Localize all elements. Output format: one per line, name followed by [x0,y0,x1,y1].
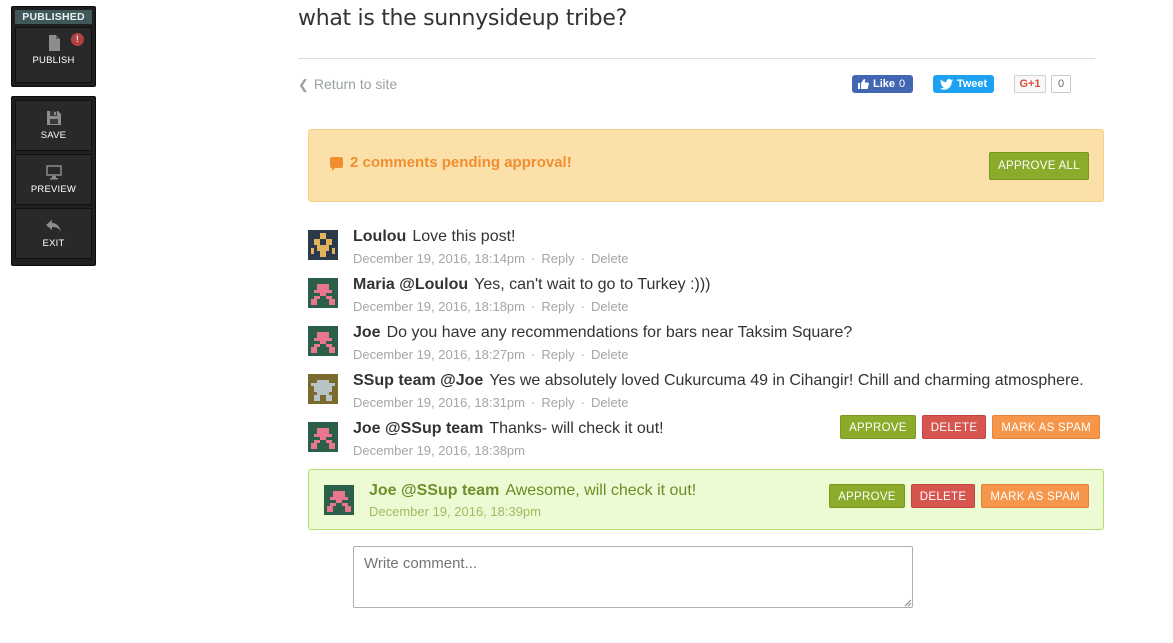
google-plus-count: 0 [1051,75,1071,93]
comment-bubble-icon [330,157,343,171]
delete-link[interactable]: Delete [591,299,629,314]
pending-comment-item-highlighted: Joe @SSup team Awesome, will check it out… [308,469,1104,530]
comment-meta: December 19, 2016, 18:38pm [353,443,525,458]
comment-body: Love this post! [412,228,516,245]
comment-body: Do you have any recommendations for bars… [386,324,853,341]
publish-button[interactable]: PUBLISH ! [15,27,92,83]
comment-author: Joe [353,324,381,341]
comment-item: SSup team @Joe Yes we absolutely loved Cu… [308,372,1104,420]
delete-link[interactable]: Delete [591,347,629,362]
exit-button[interactable]: EXIT [15,208,92,259]
editor-panel: SAVE PREVIEW EXIT [11,96,96,266]
comment-item: Joe Do you have any recommendations for b… [308,324,1104,372]
delete-button[interactable]: DELETE [910,484,976,508]
tweet-button[interactable]: Tweet [933,75,994,93]
twitter-bird-icon [939,78,953,90]
moderation-actions: APPROVE DELETE MARK AS SPAM [829,484,1089,508]
comment-body: Thanks- will check it out! [489,420,664,437]
exit-label: EXIT [42,238,65,249]
avatar [308,326,338,356]
comment-author: SSup team @Joe [353,372,484,389]
comment-timestamp: December 19, 2016, 18:14pm [353,251,525,266]
thumbs-up-icon [858,79,869,89]
avatar [308,278,338,308]
like-label: Like [873,78,896,90]
pending-comment-item: Joe @SSup team Thanks- will check it out!… [308,415,1104,468]
chevron-left-icon: ❮ [298,77,309,92]
comment-meta: December 19, 2016, 18:39pm [369,504,541,519]
alert-icon: ! [71,33,84,46]
pending-approval-banner: 2 comments pending approval! APPROVE ALL [308,129,1104,202]
comment-body: Awesome, will check it out! [505,482,697,499]
delete-button[interactable]: DELETE [921,415,987,439]
approve-button[interactable]: APPROVE [840,415,916,439]
google-plus-button[interactable]: G+1 [1014,75,1046,93]
reply-link[interactable]: Reply [541,395,574,410]
comment-author: Maria @Loulou [353,276,469,293]
return-to-site-label: Return to site [313,76,398,92]
comment-line: Joe @SSup team Thanks- will check it out! [353,420,664,438]
comment-author: Loulou [353,228,407,245]
comment-item: Loulou Love this post! December 19, 2016,… [308,228,1104,276]
save-button[interactable]: SAVE [15,100,92,151]
post-title: what is the sunnysideup tribe? [298,6,627,31]
comment-line: Joe @SSup team Awesome, will check it out… [369,482,696,500]
comment-meta: December 19, 2016, 18:27pm · Reply · Delete [353,347,629,362]
publish-panel: PUBLISHED PUBLISH ! [11,6,96,87]
comment-item: Maria @Loulou Yes, can't wait to go to Tu… [308,276,1104,324]
comment-timestamp: December 19, 2016, 18:27pm [353,347,525,362]
reply-link[interactable]: Reply [541,347,574,362]
comment-timestamp: December 19, 2016, 18:31pm [353,395,525,410]
comment-line: Loulou Love this post! [353,228,515,246]
facebook-like-button[interactable]: Like 0 [852,75,913,93]
reply-link[interactable]: Reply [541,299,574,314]
approve-all-button[interactable]: APPROVE ALL [989,152,1089,180]
comment-body: Yes, can't wait to go to Turkey :))) [474,276,711,293]
comment-line: Joe Do you have any recommendations for b… [353,324,852,342]
comment-author: Joe @SSup team [369,482,500,499]
comment-body: Yes we absolutely loved Cukurcuma 49 in … [489,372,1084,389]
return-to-site-link[interactable]: ❮ Return to site [298,76,397,93]
pending-message-text: 2 comments pending approval! [350,154,572,171]
like-count: 0 [899,78,906,90]
resize-handle-icon[interactable] [902,597,912,607]
preview-label: PREVIEW [30,184,77,195]
reply-link[interactable]: Reply [541,251,574,266]
pending-message: 2 comments pending approval! [330,154,572,171]
mark-as-spam-button[interactable]: MARK AS SPAM [992,415,1100,439]
mark-as-spam-button[interactable]: MARK AS SPAM [981,484,1089,508]
delete-link[interactable]: Delete [591,395,629,410]
floppy-disk-icon [16,109,91,127]
comment-meta: December 19, 2016, 18:18pm · Reply · Delete [353,299,629,314]
comment-timestamp: December 19, 2016, 18:38pm [353,443,525,458]
comment-timestamp: December 19, 2016, 18:18pm [353,299,525,314]
save-label: SAVE [40,130,67,141]
divider [298,58,1095,59]
avatar [308,230,338,260]
tweet-label: Tweet [956,78,988,90]
comment-line: SSup team @Joe Yes we absolutely loved Cu… [353,372,1084,390]
approve-button[interactable]: APPROVE [829,484,905,508]
status-badge: PUBLISHED [15,10,92,24]
comment-line: Maria @Loulou Yes, can't wait to go to Tu… [353,276,711,294]
comment-meta: December 19, 2016, 18:31pm · Reply · Delete [353,395,629,410]
delete-link[interactable]: Delete [591,251,629,266]
write-comment-input[interactable] [353,546,913,608]
avatar [308,374,338,404]
avatar [308,422,338,452]
preview-button[interactable]: PREVIEW [15,154,92,205]
undo-arrow-icon [16,217,91,235]
comment-author: Joe @SSup team [353,420,484,437]
avatar [324,485,354,515]
comment-meta: December 19, 2016, 18:14pm · Reply · Delete [353,251,629,266]
moderation-actions: APPROVE DELETE MARK AS SPAM [840,415,1100,439]
monitor-icon [16,163,91,181]
publish-label: PUBLISH [32,55,75,66]
comment-timestamp: December 19, 2016, 18:39pm [369,504,541,519]
